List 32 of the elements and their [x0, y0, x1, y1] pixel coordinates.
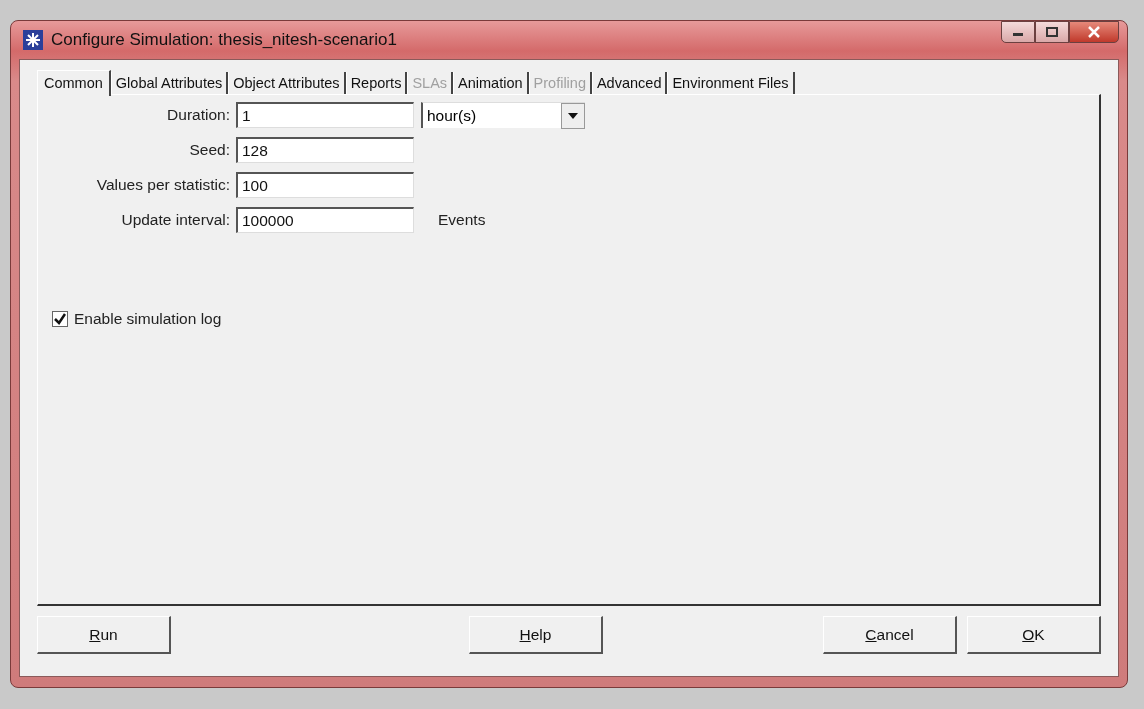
- unit-dropdown[interactable]: hour(s): [421, 102, 585, 128]
- dialog-button[interactable]: Run: [37, 616, 171, 654]
- dialog-button[interactable]: Cancel: [823, 616, 957, 654]
- input-field[interactable]: 1: [236, 102, 414, 128]
- tab[interactable]: Environment Files: [667, 72, 795, 94]
- field-label: Duration:: [166, 106, 231, 124]
- field-label: Seed:: [188, 141, 231, 159]
- field-label: Update interval:: [120, 211, 231, 229]
- minimize-button[interactable]: [1001, 21, 1035, 43]
- input-field[interactable]: 100000: [236, 207, 414, 233]
- checkmark-icon: [54, 313, 66, 325]
- input-field[interactable]: 128: [236, 137, 414, 163]
- input-field[interactable]: 100: [236, 172, 414, 198]
- field-label: Values per statistic:: [95, 176, 231, 194]
- unit-label: Events: [438, 211, 486, 229]
- tab[interactable]: Advanced: [591, 72, 668, 94]
- tab[interactable]: Reports: [345, 72, 408, 94]
- dialog-button[interactable]: Help: [469, 616, 603, 654]
- tab[interactable]: Global Attributes: [110, 72, 229, 94]
- maximize-button[interactable]: [1035, 21, 1069, 43]
- checkbox[interactable]: [52, 311, 68, 327]
- close-button[interactable]: [1069, 21, 1119, 43]
- window-title: Configure Simulation: thesis_nitesh-scenario1: [51, 30, 397, 50]
- dropdown-arrow-icon: [568, 112, 578, 119]
- checkbox-label: Enable simulation log: [74, 310, 222, 328]
- tab[interactable]: Common: [37, 70, 111, 96]
- dialog-button[interactable]: OK: [967, 616, 1101, 654]
- star-icon: [23, 30, 43, 50]
- tab[interactable]: Object Attributes: [228, 72, 346, 94]
- tab[interactable]: Animation: [453, 72, 529, 94]
- close-icon: [1087, 26, 1101, 38]
- maximize-icon: [1046, 27, 1058, 37]
